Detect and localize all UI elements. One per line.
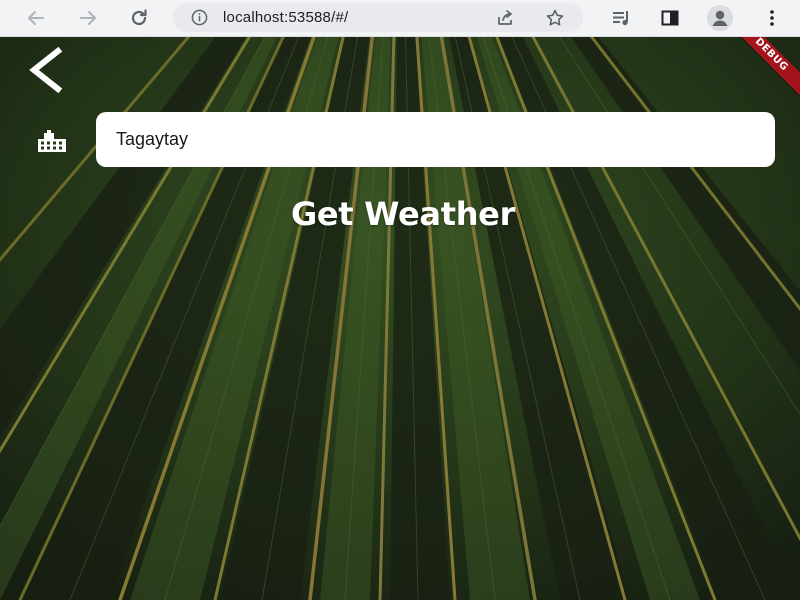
browser-toolbar: localhost:53588/#/ <box>0 0 800 37</box>
city-buildings-icon <box>38 130 66 152</box>
browser-back-button[interactable] <box>18 0 54 36</box>
media-queue-button[interactable] <box>603 0 639 36</box>
profile-avatar-icon <box>707 5 733 31</box>
url-text[interactable]: localhost:53588/#/ <box>223 3 348 32</box>
side-panel-button[interactable] <box>652 0 688 36</box>
app-viewport: DEBUG Get Weather <box>0 37 800 600</box>
back-button[interactable] <box>18 43 72 97</box>
browser-menu-button[interactable] <box>754 0 790 36</box>
browser-reload-button[interactable] <box>121 0 157 36</box>
get-weather-button[interactable]: Get Weather <box>240 190 566 238</box>
share-icon[interactable] <box>495 8 515 28</box>
info-icon[interactable] <box>191 9 208 26</box>
kebab-menu-icon <box>770 10 774 26</box>
arrow-left-icon <box>28 11 44 25</box>
star-icon[interactable] <box>545 8 565 28</box>
side-panel-icon <box>661 10 679 26</box>
profile-button[interactable] <box>702 0 738 36</box>
reload-icon <box>131 9 147 26</box>
browser-forward-button[interactable] <box>70 0 106 36</box>
address-bar[interactable]: localhost:53588/#/ <box>173 3 583 32</box>
arrow-right-icon <box>80 11 96 25</box>
chevron-left-icon <box>29 47 63 93</box>
media-queue-icon <box>613 11 628 26</box>
city-input[interactable] <box>96 112 775 167</box>
